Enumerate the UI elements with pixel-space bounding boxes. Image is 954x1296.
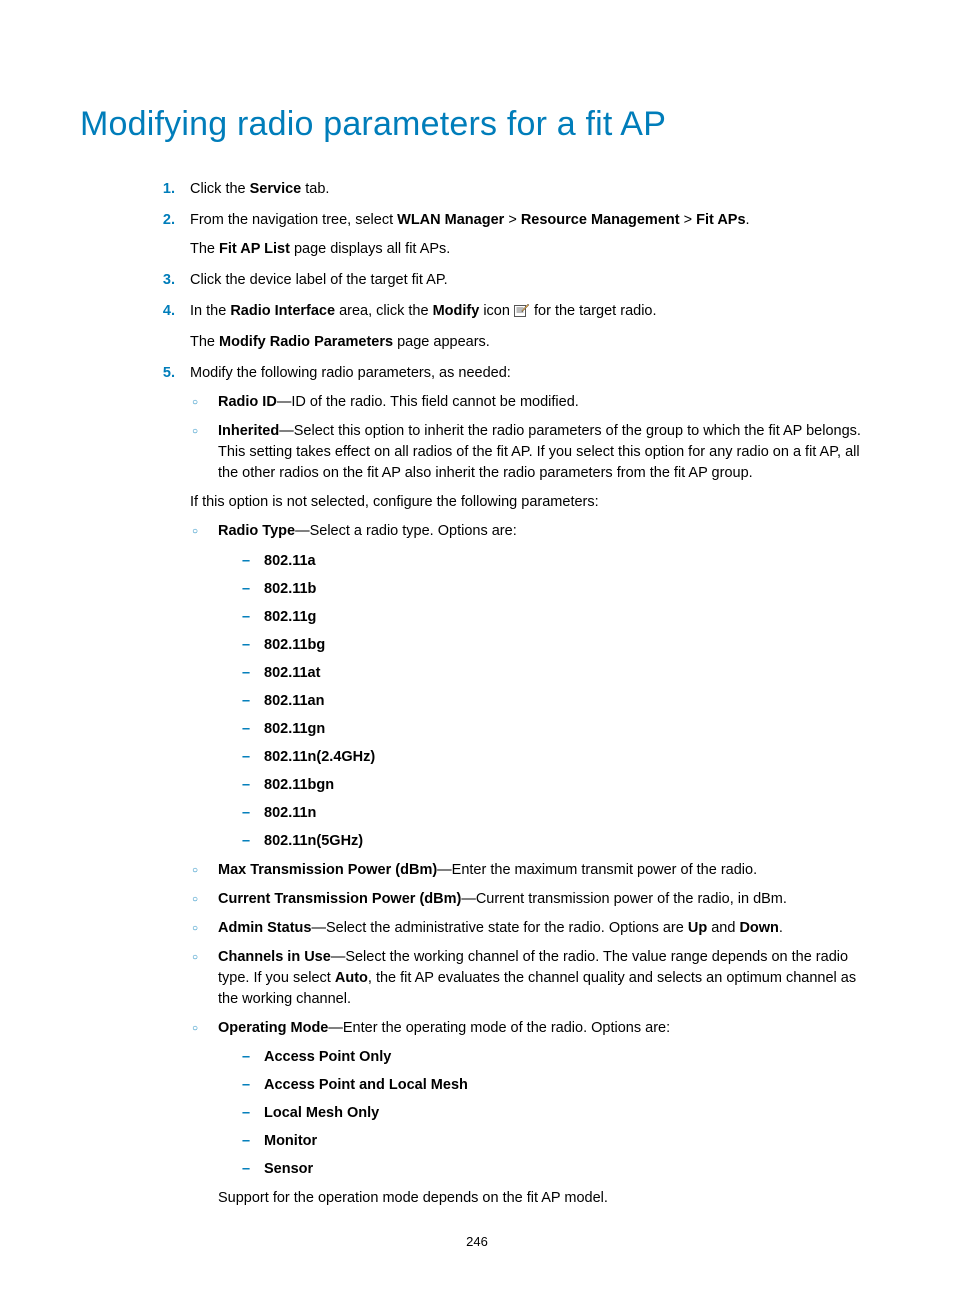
param-label: Radio Type xyxy=(218,523,295,539)
step-number: 4. xyxy=(150,301,175,322)
list-item: Access Point Only xyxy=(238,1047,874,1068)
param-label: Current Transmission Power (dBm) xyxy=(218,891,461,907)
param-item: Operating Mode—Enter the operating mode … xyxy=(190,1018,874,1209)
step-4: 4. In the Radio Interface area, click th… xyxy=(150,301,874,353)
step-text: The Fit AP List page displays all fit AP… xyxy=(190,239,874,260)
step-number: 3. xyxy=(150,270,175,291)
list-item: 802.11g xyxy=(238,607,874,628)
step-intro: Modify the following radio parameters, a… xyxy=(190,363,874,384)
modify-icon xyxy=(514,303,530,324)
param-label: Admin Status xyxy=(218,920,311,936)
step-text: Click the Service tab. xyxy=(190,179,874,200)
list-item: Access Point and Local Mesh xyxy=(238,1075,874,1096)
bold-term: Modify xyxy=(433,303,480,319)
step-5: 5. Modify the following radio parameters… xyxy=(150,363,874,1208)
list-item: 802.11at xyxy=(238,663,874,684)
list-item: 802.11a xyxy=(238,551,874,572)
page-number: 246 xyxy=(0,1233,954,1252)
steps-list: 1. Click the Service tab. 2. From the na… xyxy=(150,179,874,1209)
param-label: Channels in Use xyxy=(218,949,331,965)
bold-term: Radio Interface xyxy=(230,303,335,319)
param-item: Channels in Use—Select the working chann… xyxy=(190,947,874,1010)
param-list: Radio Type—Select a radio type. Options … xyxy=(190,521,874,1208)
list-item: Sensor xyxy=(238,1159,874,1180)
operating-mode-list: Access Point Only Access Point and Local… xyxy=(238,1047,874,1180)
step-text: If this option is not selected, configur… xyxy=(190,492,874,513)
step-text: Click the device label of the target fit… xyxy=(190,270,874,291)
step-text: In the Radio Interface area, click the M… xyxy=(190,301,874,324)
step-3: 3. Click the device label of the target … xyxy=(150,270,874,291)
list-item: 802.11n xyxy=(238,803,874,824)
step-1: 1. Click the Service tab. xyxy=(150,179,874,200)
param-label: Inherited xyxy=(218,423,279,439)
bold-term: Service xyxy=(250,181,302,197)
radio-type-list: 802.11a 802.11b 802.11g 802.11bg 802.11a… xyxy=(238,551,874,852)
list-item: 802.11b xyxy=(238,579,874,600)
bold-term: WLAN Manager xyxy=(397,212,504,228)
step-text: From the navigation tree, select WLAN Ma… xyxy=(190,210,874,231)
list-item: 802.11gn xyxy=(238,719,874,740)
step-number: 2. xyxy=(150,210,175,231)
step-number: 5. xyxy=(150,363,175,384)
list-item: 802.11bg xyxy=(238,635,874,656)
step-number: 1. xyxy=(150,179,175,200)
bold-term: Modify Radio Parameters xyxy=(219,334,393,350)
bold-term: Resource Management xyxy=(521,212,680,228)
param-item: Radio Type—Select a radio type. Options … xyxy=(190,521,874,851)
param-label: Max Transmission Power (dBm) xyxy=(218,862,437,878)
param-item: Radio ID—ID of the radio. This field can… xyxy=(190,392,874,413)
param-list: Radio ID—ID of the radio. This field can… xyxy=(190,392,874,484)
document-page: Modifying radio parameters for a fit AP … xyxy=(0,0,954,1296)
param-item: Inherited—Select this option to inherit … xyxy=(190,421,874,484)
list-item: 802.11an xyxy=(238,691,874,712)
list-item: Local Mesh Only xyxy=(238,1103,874,1124)
param-item: Max Transmission Power (dBm)—Enter the m… xyxy=(190,860,874,881)
param-item: Admin Status—Select the administrative s… xyxy=(190,918,874,939)
step-text: Support for the operation mode depends o… xyxy=(218,1188,874,1209)
bold-term: Fit APs xyxy=(696,212,745,228)
list-item: 802.11n(2.4GHz) xyxy=(238,747,874,768)
step-text: The Modify Radio Parameters page appears… xyxy=(190,332,874,353)
list-item: Monitor xyxy=(238,1131,874,1152)
param-label: Radio ID xyxy=(218,394,277,410)
param-label: Operating Mode xyxy=(218,1020,328,1036)
step-2: 2. From the navigation tree, select WLAN… xyxy=(150,210,874,260)
bold-term: Fit AP List xyxy=(219,241,290,257)
list-item: 802.11bgn xyxy=(238,775,874,796)
param-item: Current Transmission Power (dBm)—Current… xyxy=(190,889,874,910)
list-item: 802.11n(5GHz) xyxy=(238,831,874,852)
page-title: Modifying radio parameters for a fit AP xyxy=(80,100,874,149)
